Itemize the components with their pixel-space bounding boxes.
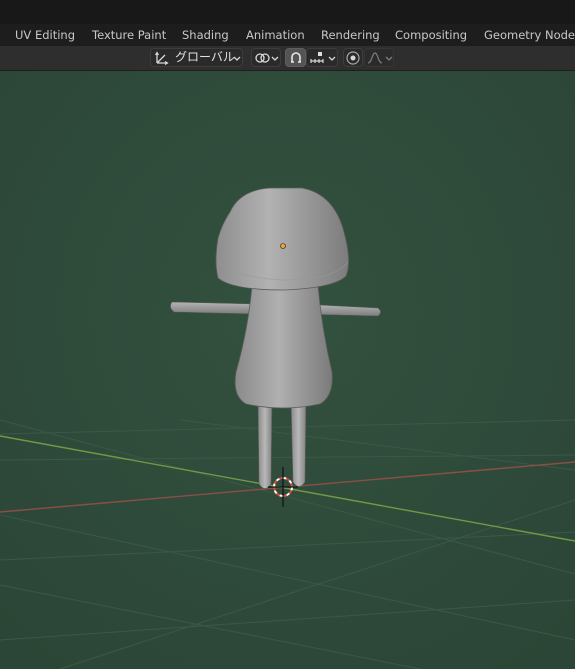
tab-rendering[interactable]: Rendering	[321, 24, 380, 46]
workspace-tabs: UV Editing Texture Paint Shading Animati…	[0, 24, 575, 47]
blender-window: UV Editing Texture Paint Shading Animati…	[0, 0, 575, 669]
tab-animation[interactable]: Animation	[246, 24, 305, 46]
tab-geometry-nodes[interactable]: Geometry Nodes	[484, 24, 575, 46]
transform-orientation-dropdown[interactable]: グローバル	[150, 48, 243, 67]
snap-toggle[interactable]	[285, 48, 306, 67]
transform-orientation-label: グローバル	[175, 50, 235, 64]
falloff-dropdown[interactable]	[364, 48, 394, 67]
tab-texture-paint[interactable]: Texture Paint	[92, 24, 166, 46]
title-bar	[0, 0, 575, 24]
pivot-point-dropdown[interactable]	[251, 48, 281, 67]
viewport-header: グローバル	[0, 46, 575, 71]
3d-viewport[interactable]	[0, 71, 575, 669]
viewport-scene	[0, 71, 575, 669]
proportional-editing-toggle[interactable]	[343, 48, 363, 67]
snap-target-dropdown[interactable]	[306, 48, 338, 67]
tab-uv-editing[interactable]: UV Editing	[15, 24, 75, 46]
tab-shading[interactable]: Shading	[182, 24, 229, 46]
object-origin-dot	[280, 243, 286, 249]
tab-compositing[interactable]: Compositing	[395, 24, 467, 46]
